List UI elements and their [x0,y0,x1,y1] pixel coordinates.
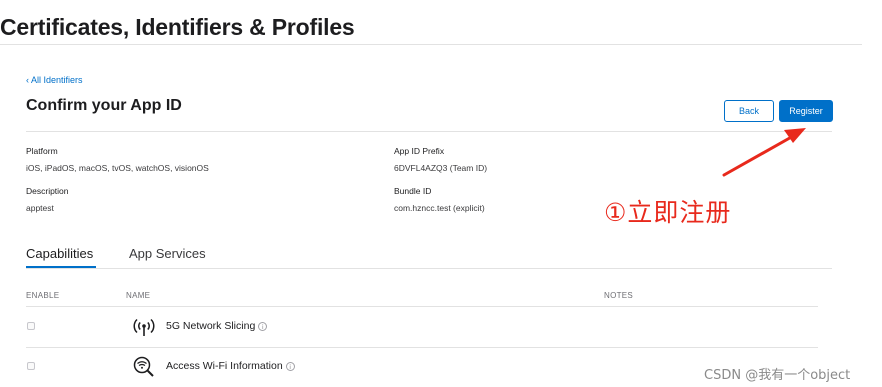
tab-capabilities[interactable]: Capabilities [26,246,93,261]
page-title: Certificates, Identifiers & Profiles [0,14,355,40]
register-annotation: ①立即注册 [604,198,732,227]
enable-checkbox-5g-network-slicing[interactable] [27,322,35,330]
column-name: NAME [126,291,151,300]
app-id-prefix-label: App ID Prefix [394,146,445,156]
info-icon[interactable]: i [258,322,268,331]
tabs-divider [26,268,832,269]
column-notes: NOTES [604,291,634,300]
platform-label: Platform [26,146,58,156]
app-id-prefix-value: 6DVFL4AZQ3 (Team ID) [394,163,488,173]
register-button[interactable]: Register [779,100,833,122]
row-divider [26,347,818,348]
column-enable: ENABLE [26,291,60,300]
wifi-search-icon [133,356,154,377]
bundle-id-label: Bundle ID [394,186,432,196]
section-heading: Confirm your App ID [26,97,182,114]
platform-value: iOS, iPadOS, macOS, tvOS, watchOS, visio… [26,163,209,173]
csdn-watermark: CSDN @我有一个object [704,368,851,383]
info-icon[interactable]: i [285,362,295,371]
description-label: Description [26,186,69,196]
capability-name: Access Wi-Fi Information i [166,360,295,372]
description-value: apptest [26,203,54,213]
enable-checkbox-access-wifi[interactable] [27,362,35,370]
details-divider [26,131,832,132]
capability-name: 5G Network Slicing i [166,320,268,332]
capability-label: 5G Network Slicing [166,320,256,332]
table-header-divider [26,306,818,307]
capability-label: Access Wi-Fi Information [166,360,283,372]
back-button[interactable]: Back [724,100,774,122]
bundle-id-value: com.hzncc.test (explicit) [394,203,485,213]
all-identifiers-link[interactable]: ‹ All Identifiers [26,75,83,85]
tab-app-services[interactable]: App Services [129,246,206,261]
antenna-signal-icon [133,318,155,336]
title-divider [0,44,862,45]
